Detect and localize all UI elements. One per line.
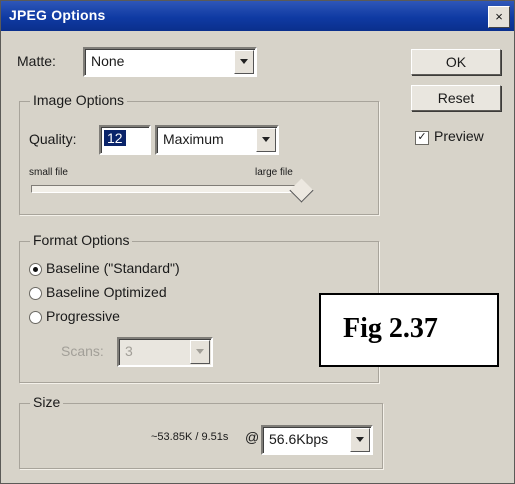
chevron-down-icon[interactable] (256, 128, 276, 152)
figure-caption: Fig 2.37 (343, 313, 438, 344)
chevron-down-icon[interactable] (234, 50, 254, 74)
close-icon: × (495, 9, 503, 24)
chevron-down-icon[interactable] (190, 340, 210, 364)
matte-select-value: None (91, 53, 125, 69)
size-title: Size (30, 394, 64, 410)
progressive-radio[interactable] (29, 311, 42, 324)
size-estimate: ~53.85K / 9.51s (151, 431, 229, 443)
ok-button[interactable]: OK (411, 49, 501, 75)
baseline-standard-radio[interactable] (29, 263, 42, 276)
quality-slider-track[interactable] (31, 185, 305, 193)
connection-speed-select[interactable]: 56.6Kbps (261, 425, 373, 455)
scans-select[interactable]: 3 (117, 337, 213, 367)
at-label: @ (245, 429, 260, 445)
image-options-group: Image Options (19, 92, 379, 215)
matte-select[interactable]: None (83, 47, 257, 77)
baseline-optimized-label: Baseline Optimized (46, 284, 167, 300)
preview-checkbox[interactable]: ✓ (415, 131, 429, 145)
format-options-title: Format Options (30, 232, 133, 248)
slider-max-label: large file (255, 167, 293, 178)
matte-label: Matte: (17, 53, 56, 69)
quality-input[interactable]: 12 (99, 125, 151, 155)
reset-button[interactable]: Reset (411, 85, 501, 111)
checkmark-icon: ✓ (417, 131, 427, 143)
figure-caption-box: Fig 2.37 (319, 293, 499, 367)
window-title: JPEG Options (9, 7, 106, 23)
close-button[interactable]: × (488, 6, 510, 28)
scans-select-value: 3 (125, 343, 133, 359)
quality-preset-select[interactable]: Maximum (155, 125, 279, 155)
title-bar[interactable]: JPEG Options × (1, 1, 514, 31)
image-options-title: Image Options (30, 92, 128, 108)
scans-label: Scans: (61, 343, 104, 359)
connection-speed-value: 56.6Kbps (269, 431, 329, 447)
baseline-standard-label: Baseline ("Standard") (46, 260, 180, 276)
quality-preset-value: Maximum (163, 131, 224, 147)
quality-label: Quality: (29, 131, 77, 147)
jpeg-options-dialog: JPEG Options × Matte: None Image Options… (0, 0, 515, 484)
progressive-label: Progressive (46, 308, 120, 324)
quality-input-value: 12 (104, 130, 126, 146)
chevron-down-icon[interactable] (350, 428, 370, 452)
slider-min-label: small file (29, 167, 68, 178)
baseline-optimized-radio[interactable] (29, 287, 42, 300)
preview-label: Preview (434, 128, 484, 144)
